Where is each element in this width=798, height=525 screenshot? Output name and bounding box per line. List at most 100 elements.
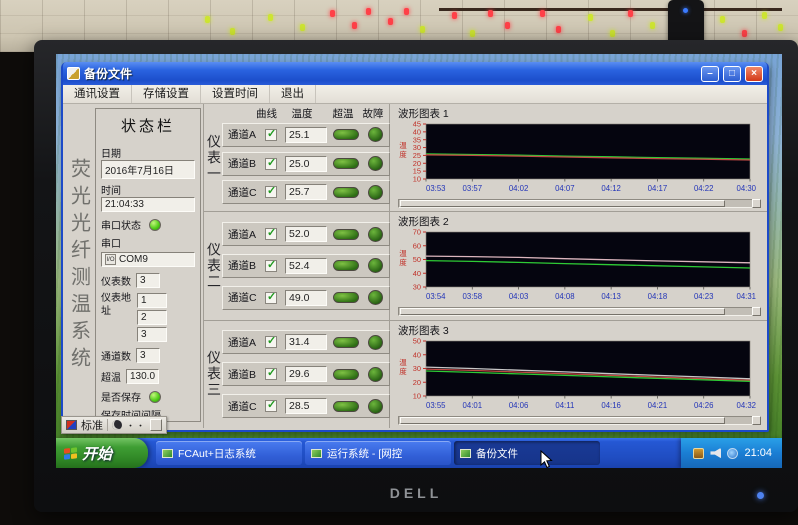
svg-text:40: 40 [413,269,421,278]
svg-text:04:08: 04:08 [555,292,575,301]
overtemp-led [333,229,359,240]
channel-label: 通道C [225,290,265,305]
ime-punct-icon[interactable]: ・・ [126,419,146,432]
chart-scrollbar[interactable] [398,307,753,316]
minimize-button[interactable]: – [701,66,719,82]
curve-checkbox[interactable] [265,292,277,304]
svg-text:25: 25 [413,151,421,160]
chart-scrollbar[interactable] [398,199,753,208]
fault-led [368,258,383,273]
chart-scrollbar[interactable] [398,416,753,425]
channel-row: 通道B 25.0 [222,152,390,176]
serial-port-combo[interactable]: I/O COM9 [101,252,195,267]
taskbar-item[interactable]: 运行系统 - [网控 [305,441,451,465]
svg-text:04:02: 04:02 [509,184,529,193]
menu-item[interactable]: 存储设置 [132,85,201,103]
window-content: 荧光光纤测温系统 状态栏 日期 2016年7月16日 时间 21:04:33 串… [63,104,767,428]
svg-text:温: 温 [399,249,407,258]
taskbar-item[interactable]: FCAut+日志系统 [156,441,302,465]
ime-options-button[interactable] [150,419,162,431]
start-button[interactable]: 开始 [56,438,148,468]
curve-checkbox[interactable] [265,400,277,412]
maximize-button[interactable]: □ [723,66,741,82]
scrollbar-thumb[interactable] [400,417,725,424]
serial-status-label: 串口状态 [101,217,141,232]
svg-text:40: 40 [413,127,421,136]
volume-tray-icon[interactable] [710,448,721,459]
instrument-group: 仪表三 通道A 31.4 [204,320,389,428]
svg-text:04:06: 04:06 [509,401,529,410]
svg-text:03:58: 03:58 [463,292,483,301]
svg-text:70: 70 [413,229,421,237]
ime-fullhalf-icon[interactable] [112,420,122,430]
fault-led [368,156,383,171]
close-button[interactable]: × [745,66,763,82]
temperature-value: 25.1 [285,127,327,143]
titlebar[interactable]: 备份文件 – □ × [63,62,767,85]
app-icon [67,67,80,80]
svg-text:温: 温 [399,358,407,367]
curve-checkbox[interactable] [265,186,277,198]
overtemp-value[interactable]: 130.0 [126,369,159,384]
network-tray-icon[interactable] [727,448,738,459]
channel-label: 通道A [225,335,265,350]
meter-addr-value[interactable]: 1 [137,293,167,308]
temperature-value: 49.0 [285,290,327,306]
svg-text:04:26: 04:26 [694,401,714,410]
ime-language-bar[interactable]: 标准 ・・ [61,416,167,434]
time-value: 21:04:33 [101,197,195,212]
svg-text:04:22: 04:22 [694,184,714,193]
channel-label: 通道B [225,258,265,273]
svg-text:03:54: 03:54 [426,292,446,301]
scrollbar-thumb[interactable] [400,200,725,207]
device-led [683,8,688,13]
menu-item[interactable]: 退出 [270,85,316,103]
save-status-led[interactable] [149,391,161,403]
tray-clock[interactable]: 21:04 [744,447,772,459]
waveform-chart: 温度101520253035404503:5303:5704:0204:0704… [396,121,760,199]
scrollbar-thumb[interactable] [400,308,725,315]
curve-checkbox[interactable] [265,228,277,240]
channel-rows: 通道A 52.0 通 [222,214,390,317]
instrument-name: 仪表一 [206,106,222,209]
curve-checkbox[interactable] [265,158,277,170]
taskbar-item[interactable]: 备份文件 [454,441,600,465]
waveform-chart-block: 波形图表 2 温度304050607003:5403:5804:0304:080… [390,211,767,319]
scrollbar-button[interactable] [752,416,761,425]
ime-keyboard-icon[interactable] [66,420,77,430]
overtemp-led [333,369,359,380]
channel-count-value[interactable]: 3 [136,348,160,363]
temp-column-header: 温度 [278,106,326,121]
status-panel-header: 状态栏 [101,112,195,142]
ime-mode-label[interactable]: 标准 [81,417,103,433]
menu-item[interactable]: 设置时间 [201,85,270,103]
overtemp-led [333,401,359,412]
fault-column-header: 故障 [362,106,384,121]
overtemp-led [333,158,359,169]
scrollbar-button[interactable] [752,307,761,316]
time-label: 时间 [101,182,195,197]
menu-item[interactable]: 通讯设置 [63,85,132,103]
display-tray-icon[interactable] [693,448,704,459]
meter-addr-label: 仪表地址 [101,293,131,342]
temperature-value: 25.7 [285,184,327,200]
waveform-chart: 温度102030405003:5504:0104:0604:1104:1604:… [396,338,760,416]
meter-addr-value[interactable]: 2 [137,310,167,325]
svg-text:20: 20 [413,378,421,387]
meter-addr-value[interactable]: 3 [137,327,167,342]
app-window: 备份文件 – □ × 通讯设置存储设置设置时间退出 荧光光纤测温系统 状态栏 日 [61,62,769,432]
overtemp-column-header: 超温 [326,106,360,121]
curve-checkbox[interactable] [265,368,277,380]
serial-label: 串口 [101,235,195,250]
curve-checkbox[interactable] [265,129,277,141]
instruments-column: 曲线 温度 超温 故障 仪表一 [203,104,389,428]
svg-text:40: 40 [413,350,421,359]
meter-count-value[interactable]: 3 [136,273,160,288]
instrument-column-headers: 曲线 温度 超温 故障 [222,106,387,121]
chart-title: 波形图表 3 [396,322,763,338]
scrollbar-button[interactable] [752,199,761,208]
monitor-power-led[interactable] [757,492,764,499]
curve-checkbox[interactable] [265,260,277,272]
curve-checkbox[interactable] [265,336,277,348]
mouse-cursor [540,450,553,468]
